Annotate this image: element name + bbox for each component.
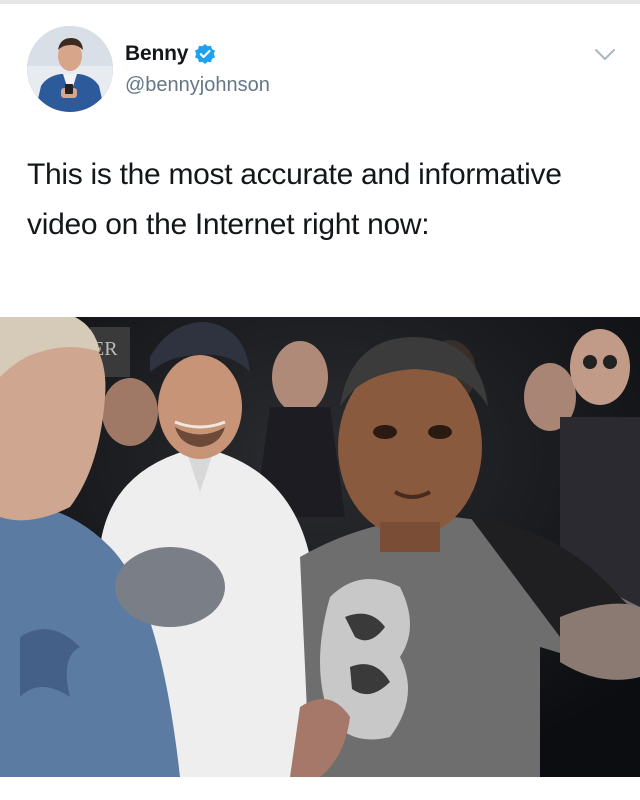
verified-badge-icon xyxy=(194,43,216,65)
display-name[interactable]: Benny xyxy=(125,42,188,66)
tweet-media-video[interactable]: ER xyxy=(0,317,640,777)
user-handle[interactable]: @bennyjohnson xyxy=(125,74,270,97)
bottom-whitespace xyxy=(0,777,640,800)
tweet-card[interactable]: Benny @bennyjohnson This is the most acc… xyxy=(0,4,640,317)
avatar-image xyxy=(27,26,113,112)
chevron-down-icon[interactable] xyxy=(594,48,616,62)
video-frame: ER xyxy=(0,317,640,777)
tweet-text: This is the most accurate and informativ… xyxy=(27,158,562,241)
author-name-row[interactable]: Benny xyxy=(125,42,216,66)
avatar[interactable] xyxy=(27,26,113,112)
